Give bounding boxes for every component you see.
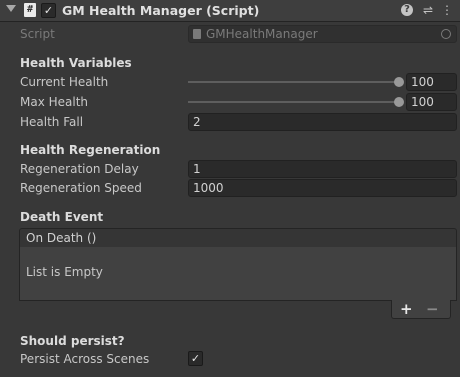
foldout-arrow-icon[interactable] xyxy=(6,5,16,12)
component-title: GM Health Manager (Script) xyxy=(62,3,260,18)
current-health-slider[interactable] xyxy=(188,81,399,83)
regeneration-delay-input[interactable]: 1 xyxy=(188,160,457,178)
list-empty-text: List is Empty xyxy=(26,265,103,279)
current-health-input[interactable]: 100 xyxy=(406,73,457,91)
regeneration-delay-label: Regeneration Delay xyxy=(20,162,139,176)
regeneration-speed-input[interactable]: 1000 xyxy=(188,179,457,197)
script-icon: # xyxy=(24,3,36,17)
context-menu-icon[interactable]: ⋮ xyxy=(440,3,454,17)
on-death-event-header: On Death () xyxy=(19,228,457,248)
section-health-regeneration: Health Regeneration xyxy=(20,143,161,157)
presets-icon[interactable]: ⇌ xyxy=(421,3,435,17)
on-death-event-list: List is Empty xyxy=(19,247,457,301)
list-footer: + − xyxy=(391,300,451,319)
max-health-input[interactable]: 100 xyxy=(406,93,457,111)
max-health-slider-thumb[interactable] xyxy=(394,97,404,107)
component-enabled-checkbox[interactable]: ✓ xyxy=(41,3,56,18)
object-picker-icon xyxy=(441,29,451,39)
current-health-slider-thumb[interactable] xyxy=(394,77,404,87)
section-health-variables: Health Variables xyxy=(20,56,132,70)
add-listener-button[interactable]: + xyxy=(400,300,413,318)
max-health-label: Max Health xyxy=(20,95,89,109)
on-death-event-label: On Death () xyxy=(26,231,97,245)
health-fall-label: Health Fall xyxy=(20,115,84,129)
script-label: Script xyxy=(20,27,55,41)
section-death-event: Death Event xyxy=(20,210,104,224)
script-name: GMHealthManager xyxy=(206,27,318,41)
component-header[interactable]: # ✓ GM Health Manager (Script) ? ⇌ ⋮ xyxy=(0,0,460,22)
remove-listener-button[interactable]: − xyxy=(426,300,439,318)
health-fall-input[interactable]: 2 xyxy=(188,113,457,131)
persist-across-scenes-label: Persist Across Scenes xyxy=(20,352,150,366)
persist-across-scenes-checkbox[interactable]: ✓ xyxy=(188,351,203,366)
max-health-slider[interactable] xyxy=(188,101,399,103)
script-object-field: GMHealthManager xyxy=(188,25,457,43)
script-file-icon xyxy=(193,29,201,39)
help-icon[interactable]: ? xyxy=(401,4,413,16)
regeneration-speed-label: Regeneration Speed xyxy=(20,181,142,195)
section-should-persist: Should persist? xyxy=(20,334,125,348)
current-health-label: Current Health xyxy=(20,75,109,89)
